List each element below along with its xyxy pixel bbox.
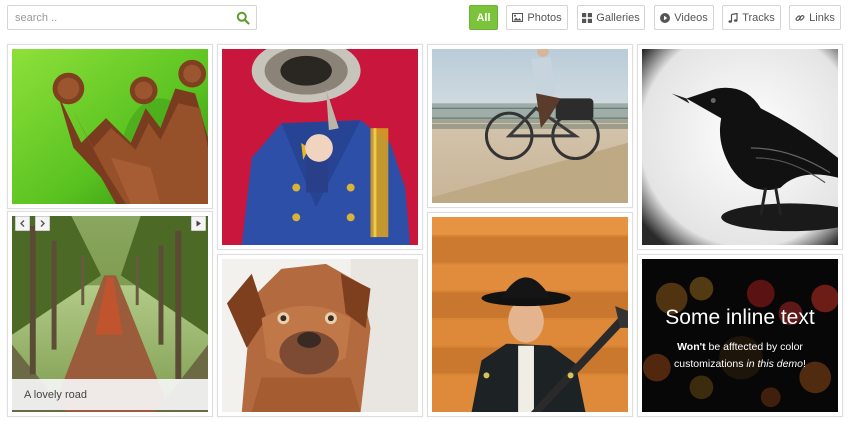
- gallery-item-bicycle[interactable]: [427, 44, 633, 208]
- gallery-item-inline-text[interactable]: Some inline text Won't be afftected by c…: [637, 254, 843, 417]
- search-box: [7, 5, 257, 30]
- inline-text-bold: Won't: [677, 341, 706, 353]
- next-image-button[interactable]: [35, 216, 50, 231]
- music-icon: [728, 12, 738, 23]
- guitar-photo: [432, 217, 628, 412]
- filter-photos-label: Photos: [527, 11, 562, 24]
- filter-tracks-button[interactable]: Tracks: [722, 5, 781, 30]
- inline-text-line2-start: customizations: [674, 358, 747, 370]
- link-icon: [795, 14, 805, 21]
- inline-text-line2-end: !: [803, 358, 806, 370]
- gallery-item-trumpet[interactable]: [217, 44, 423, 250]
- play-icon: [196, 220, 201, 227]
- image-icon: [512, 13, 524, 22]
- gallery-item-road[interactable]: A lovely road: [7, 211, 213, 417]
- filter-all-button[interactable]: All: [469, 5, 498, 30]
- gallery-item-crown[interactable]: [7, 44, 213, 209]
- inline-text-line1: be afftected by color: [705, 341, 803, 353]
- inline-text-body: Won't be afftected by color customizatio…: [642, 339, 838, 373]
- inline-text-italic: in this demo: [746, 358, 804, 370]
- gallery-item-dog[interactable]: [217, 254, 423, 417]
- gallery-item-bird[interactable]: [637, 44, 843, 250]
- chevron-left-icon: [20, 220, 25, 227]
- filter-tracks-label: Tracks: [742, 11, 775, 24]
- filter-videos-label: Videos: [674, 11, 708, 24]
- chevron-right-icon: [40, 220, 45, 227]
- filter-galleries-label: Galleries: [596, 11, 640, 24]
- filter-photos-button[interactable]: Photos: [506, 5, 568, 30]
- bird-photo: [642, 49, 838, 245]
- inline-text-title: Some inline text: [665, 306, 815, 329]
- gallery-item-guitar[interactable]: [427, 212, 633, 417]
- bokeh-background: [642, 259, 838, 412]
- search-icon[interactable]: [236, 11, 250, 25]
- crown-photo: [12, 49, 208, 204]
- filter-videos-button[interactable]: Videos: [654, 5, 714, 30]
- bicycle-photo: [432, 49, 628, 203]
- prev-image-button[interactable]: [15, 216, 30, 231]
- grid-icon: [582, 12, 593, 23]
- filter-links-label: Links: [809, 11, 835, 24]
- filter-links-button[interactable]: Links: [789, 5, 841, 30]
- filter-all-label: All: [476, 11, 491, 24]
- slideshow-play-button[interactable]: [191, 216, 206, 231]
- search-input[interactable]: [8, 6, 228, 29]
- trumpet-photo: [222, 49, 418, 245]
- play-icon: [660, 12, 671, 23]
- road-caption: A lovely road: [12, 379, 208, 410]
- dog-photo: [222, 259, 418, 412]
- filter-galleries-button[interactable]: Galleries: [577, 5, 645, 30]
